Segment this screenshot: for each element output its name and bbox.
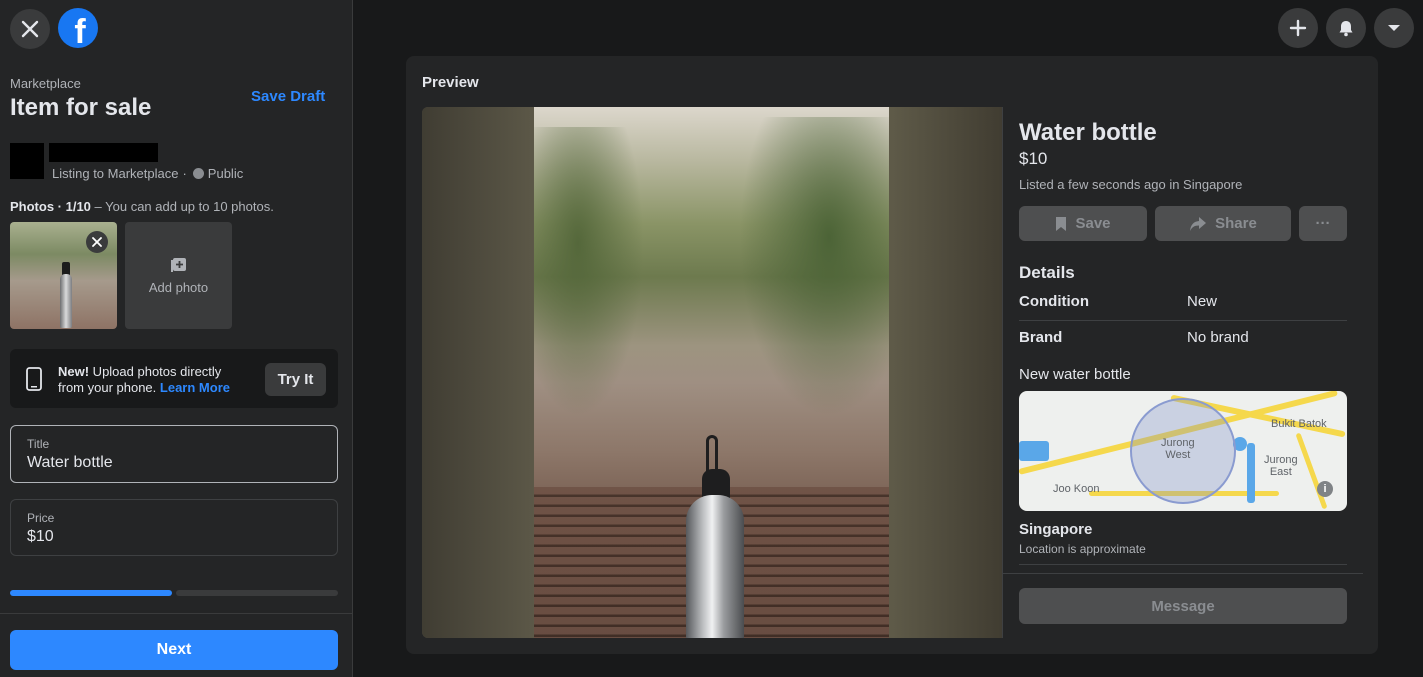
listing-info: Listing to Marketplace · Public: [52, 166, 243, 181]
title-field-label: Title: [27, 437, 50, 451]
sidebar: f Marketplace Item for sale Save Draft L…: [0, 0, 353, 677]
try-it-button[interactable]: Try It: [265, 363, 326, 396]
map-label-jurong-west: Jurong West: [1161, 437, 1195, 461]
close-icon: [21, 20, 39, 38]
remove-photo-icon: [92, 237, 102, 247]
progress-step-1: [10, 590, 172, 596]
upload-text: New! Upload photos directly from your ph…: [58, 364, 230, 396]
avatar: [10, 143, 44, 179]
plus-icon: [1289, 19, 1307, 37]
location-name: Singapore: [1019, 521, 1093, 538]
detail-value: No brand: [1187, 329, 1249, 346]
photo-foliage-right: [739, 117, 889, 417]
upload-text-line2: from your phone.: [58, 380, 157, 395]
phone-icon: [26, 367, 42, 391]
preview-panel: Preview Water bottle $10 Listed a few se…: [406, 56, 1378, 654]
item-title: Water bottle: [1019, 119, 1157, 146]
add-photo-button[interactable]: Add photo: [125, 222, 232, 329]
location-note: Location is approximate: [1019, 542, 1146, 556]
price-field[interactable]: Price $10: [10, 499, 338, 556]
globe-icon: [192, 168, 204, 179]
breadcrumb[interactable]: Marketplace: [10, 76, 81, 91]
location-map[interactable]: Jurong West Bukit Batok Jurong East Joo …: [1019, 391, 1347, 511]
more-options-button[interactable]: ···: [1299, 206, 1347, 241]
photos-label: Photos · 1/10 – You can add up to 10 pho…: [10, 199, 274, 214]
add-photo-label: Add photo: [148, 280, 209, 295]
photo-bottle-body: [686, 495, 744, 638]
bell-icon: [1339, 21, 1353, 37]
facebook-logo-letter: f: [74, 12, 86, 51]
sidebar-footer-divider: [0, 613, 353, 614]
item-price: $10: [1019, 149, 1048, 168]
map-water: [1019, 441, 1049, 461]
caret-down-icon: [1388, 25, 1400, 31]
sidebar-topbar: f: [0, 0, 353, 58]
save-button[interactable]: Save: [1019, 206, 1147, 241]
info-icon[interactable]: i: [1317, 481, 1333, 497]
photo-blur-left: [422, 107, 534, 638]
user-name-redacted: [49, 143, 158, 162]
map-road: [1295, 432, 1328, 510]
add-photo-icon: [170, 258, 186, 272]
save-button-label: Save: [1075, 215, 1111, 232]
create-button[interactable]: [1278, 8, 1318, 48]
page-title: Item for sale: [10, 94, 152, 121]
next-button[interactable]: Next: [10, 630, 338, 670]
map-label-bukit-batok: Bukit Batok: [1271, 418, 1327, 430]
progress-step-2: [176, 590, 338, 596]
detail-row-brand: Brand No brand: [1019, 321, 1347, 357]
listing-target: Listing to Marketplace: [52, 166, 179, 181]
item-listed-time: Listed a few seconds ago in Singapore: [1019, 177, 1243, 192]
photo-foliage-left: [534, 127, 644, 417]
bookmark-icon: [1056, 216, 1067, 231]
photos-count: Photos · 1/10: [10, 199, 91, 214]
close-button[interactable]: [10, 9, 50, 49]
upload-from-phone-card: New! Upload photos directly from your ph…: [10, 349, 338, 408]
price-field-value[interactable]: $10: [27, 528, 54, 546]
preview-photo: [422, 107, 1002, 638]
detail-key: Condition: [1019, 293, 1089, 310]
learn-more-link[interactable]: Learn More: [160, 380, 230, 395]
share-icon: [1190, 216, 1207, 231]
photo-blur-right: [889, 107, 1002, 638]
price-field-label: Price: [27, 511, 55, 525]
thumb-bottle: [60, 274, 72, 328]
upload-new-badge: New!: [58, 364, 90, 379]
message-divider: [1003, 573, 1363, 574]
preview-heading: Preview: [422, 74, 479, 91]
share-button-label: Share: [1215, 215, 1257, 232]
listing-separator: ·: [182, 166, 187, 181]
detail-key: Brand: [1019, 329, 1063, 346]
listing-info-panel: Water bottle $10 Listed a few seconds ag…: [1002, 107, 1363, 638]
map-label-joo-koon: Joo Koon: [1053, 483, 1100, 495]
detail-row-condition: Condition New: [1019, 285, 1347, 321]
upload-text-line1: Upload photos directly: [89, 364, 222, 379]
account-menu-button[interactable]: [1374, 8, 1414, 48]
photo-main-image: [534, 107, 889, 638]
save-draft-link[interactable]: Save Draft: [251, 88, 325, 105]
item-description: New water bottle: [1019, 366, 1131, 383]
more-options-label: ···: [1315, 215, 1331, 232]
details-heading: Details: [1019, 263, 1075, 282]
notifications-button[interactable]: [1326, 8, 1366, 48]
remove-photo-button[interactable]: [86, 231, 108, 253]
detail-value: New: [1187, 293, 1218, 310]
map-water: [1247, 443, 1255, 503]
location-divider: [1019, 564, 1347, 565]
map-label-jurong-east: Jurong East: [1264, 454, 1298, 478]
photos-hint: – You can add up to 10 photos.: [90, 199, 274, 214]
title-field[interactable]: Title Water bottle: [10, 425, 338, 483]
title-field-value[interactable]: Water bottle: [27, 454, 113, 472]
facebook-logo[interactable]: f: [58, 8, 98, 51]
message-button[interactable]: Message: [1019, 588, 1347, 624]
share-button[interactable]: Share: [1155, 206, 1291, 241]
visibility-label[interactable]: Public: [208, 166, 243, 181]
